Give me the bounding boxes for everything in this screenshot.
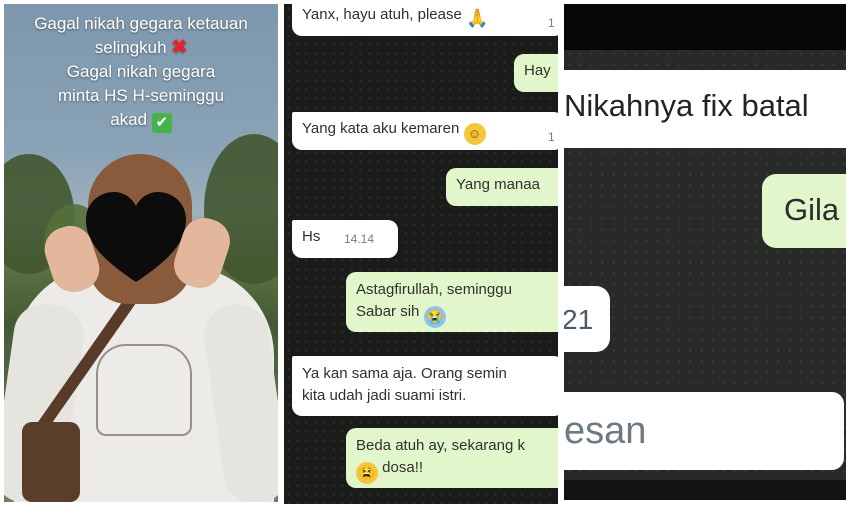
bottom-bar [564,480,846,500]
message-time: 1 [548,16,555,30]
message-text: Hay [524,62,551,79]
chat-panel: Yanx, hayu atuh, please 🙏 1 Hay Yang kat… [284,4,558,504]
story-text: akad [110,110,148,129]
story-caption: Gagal nikah gegara ketauan selingkuh ✖ G… [4,12,278,133]
story-text: selingkuh [94,38,167,57]
message-time: 21 [564,304,594,335]
story-line: selingkuh ✖ [4,36,278,60]
zoomed-chat-panel: Nikahnya fix batal Gila 21 esan [564,4,846,500]
pray-emoji-icon: 🙏 [466,8,489,28]
chat-message-incoming[interactable]: Yanx, hayu atuh, please 🙏 1 [292,4,558,36]
chat-message-outgoing[interactable]: Gila [762,174,846,248]
chat-message-incoming[interactable]: Yang kata aku kemaren ☺ 1 [292,112,558,150]
message-time: 1 [548,130,555,144]
message-input[interactable]: esan [564,392,844,470]
chat-message-outgoing[interactable]: Astagfirullah, seminggu Sabar sih 😭 [346,272,558,332]
chat-message-outgoing[interactable]: Hay [514,54,558,92]
message-text: Beda atuh ay, sekarang k [356,437,525,454]
chat-message-incoming[interactable]: Ya kan sama aja. Orang semin kita udah j… [292,356,558,416]
message-text: kita udah jadi suami istri. [302,387,467,404]
message-text: Yanx, hayu atuh, please [302,6,462,23]
sweater-print [96,344,192,436]
story-line: Gagal nikah gegara [66,62,216,81]
smiling-face-with-halo-emoji-icon: ☺ [463,123,486,145]
chat-message-outgoing[interactable]: Yang manaa [446,168,558,206]
weary-face-emoji-icon: 😫 [356,462,378,484]
message-input-placeholder: esan [564,410,647,452]
story-line: minta HS H-seminggu [57,86,225,105]
handbag [22,422,80,502]
message-text: Sabar sih [356,303,420,320]
story-line: Gagal nikah gegara ketauan [34,14,248,33]
chat-message-incoming[interactable]: Hs 14.14 [292,220,398,258]
message-text: Yang manaa [456,176,540,193]
message-time: 14.14 [344,232,375,246]
message-text: dosa!! [382,459,424,476]
crying-face-emoji-icon: 😭 [423,306,446,328]
message-text: Ya kan sama aja. Orang semin [302,365,507,382]
message-text: Astagfirullah, seminggu [356,281,512,298]
chat-message-incoming[interactable]: 21 [564,286,610,352]
check-mark-icon: ✔ [151,113,172,133]
message-text: Gila [784,192,840,227]
top-bar [564,4,846,50]
message-text: Hs [302,228,321,245]
story-photo-panel: Gagal nikah gegara ketauan selingkuh ✖ G… [4,4,278,502]
heart-face-cover-icon [86,192,186,282]
cross-mark-icon: ✖ [171,37,188,58]
chat-message-outgoing[interactable]: Beda atuh ay, sekarang k 😫 dosa!! [346,428,558,488]
message-text: Yang kata aku kemaren [302,120,460,137]
headline-text: Nikahnya fix batal [564,88,809,123]
story-line: akad ✔ [4,108,278,133]
